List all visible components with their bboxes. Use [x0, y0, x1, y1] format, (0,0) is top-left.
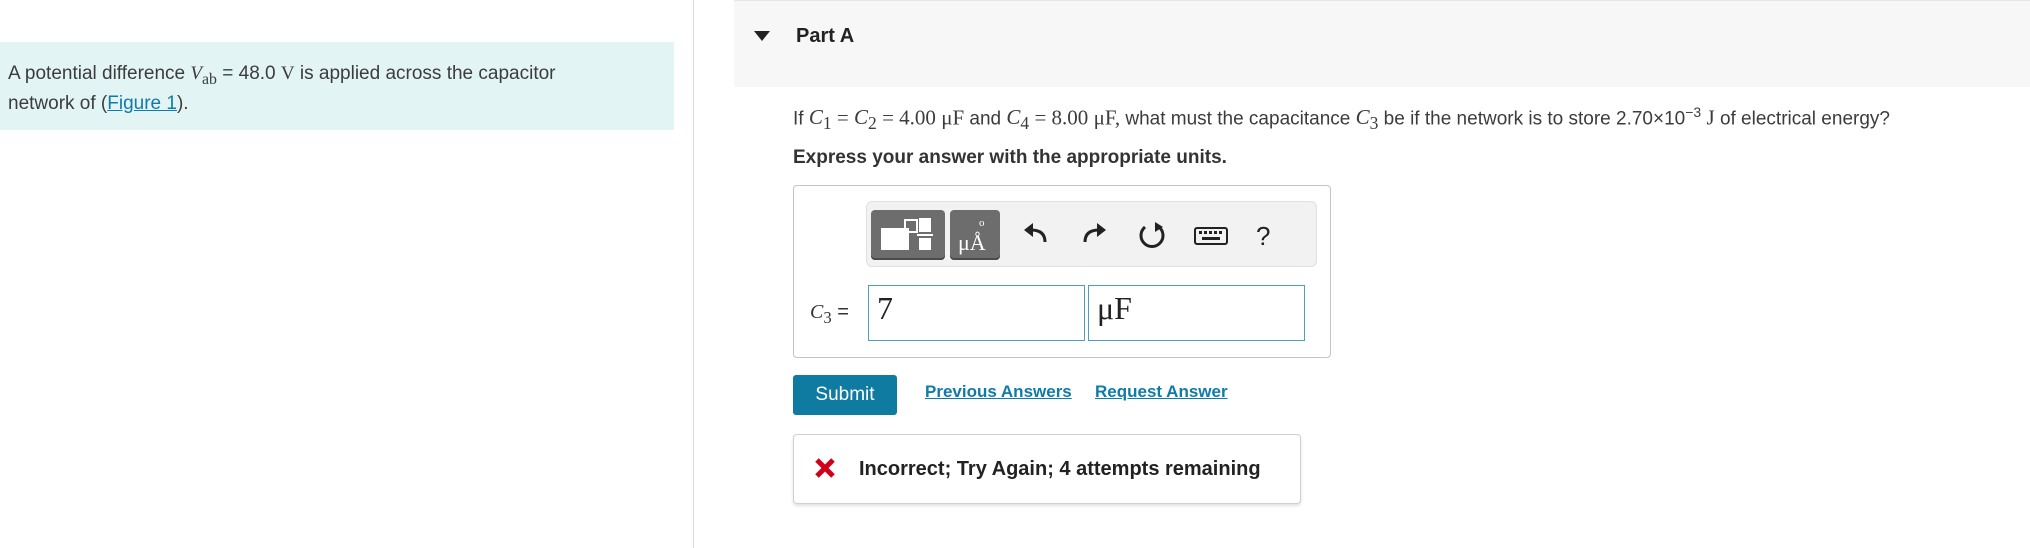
problem-line2-after: ).	[176, 92, 189, 114]
voltage-value: = 48.0	[222, 63, 276, 84]
math-toolbar: o μÅ ?	[866, 201, 1317, 267]
instruction-text: Express your answer with the appropriate…	[793, 147, 1227, 168]
templates-button[interactable]	[871, 210, 945, 260]
units-icon: o μÅ	[958, 217, 986, 255]
submit-button[interactable]: Submit	[793, 375, 897, 415]
c4-symbol: C4	[1006, 105, 1030, 134]
reset-icon[interactable]	[1135, 218, 1169, 252]
answer-box: o μÅ ? C3 = 7 μF	[793, 185, 1331, 358]
problem-pane: A potential difference Vab = 48.0 V is a…	[0, 0, 694, 548]
problem-text-before: A potential difference	[8, 63, 186, 84]
incorrect-x-icon	[815, 458, 835, 478]
voltage-symbol: Vab	[190, 63, 217, 88]
c3-symbol: C3	[1355, 105, 1379, 134]
help-button[interactable]: ?	[1256, 221, 1270, 252]
answer-unit-input[interactable]: μF	[1088, 285, 1305, 341]
problem-line2-before: network of (	[8, 92, 108, 114]
request-answer-link[interactable]: Request Answer	[1095, 382, 1228, 402]
feedback-box: Incorrect; Try Again; 4 attempts remaini…	[793, 434, 1301, 504]
keyboard-icon[interactable]	[1193, 218, 1229, 252]
answer-value-input[interactable]: 7	[868, 285, 1085, 341]
templates-icon	[881, 218, 933, 250]
redo-icon[interactable]	[1077, 218, 1111, 252]
problem-statement: A potential difference Vab = 48.0 V is a…	[0, 42, 674, 130]
previous-answers-link[interactable]: Previous Answers	[925, 382, 1072, 402]
voltage-unit: V	[280, 63, 295, 84]
problem-text-after: is applied across the capacitor	[299, 63, 556, 84]
feedback-message: Incorrect; Try Again; 4 attempts remaini…	[859, 458, 1261, 480]
undo-icon[interactable]	[1019, 218, 1053, 252]
part-header[interactable]: Part A	[734, 0, 2030, 87]
c1-symbol: C1	[808, 105, 832, 134]
part-title: Part A	[796, 25, 855, 47]
figure-link[interactable]: Figure 1	[107, 93, 177, 114]
question-text: If C1 = C2 = 4.00 μF and C4 = 8.00 μF, w…	[793, 104, 1890, 134]
answer-label: C3 =	[810, 301, 849, 327]
c2-symbol: C2	[854, 105, 877, 134]
caret-down-icon[interactable]	[754, 31, 770, 41]
units-button[interactable]: o μÅ	[950, 210, 1000, 260]
exponent: −3	[1685, 104, 1702, 120]
